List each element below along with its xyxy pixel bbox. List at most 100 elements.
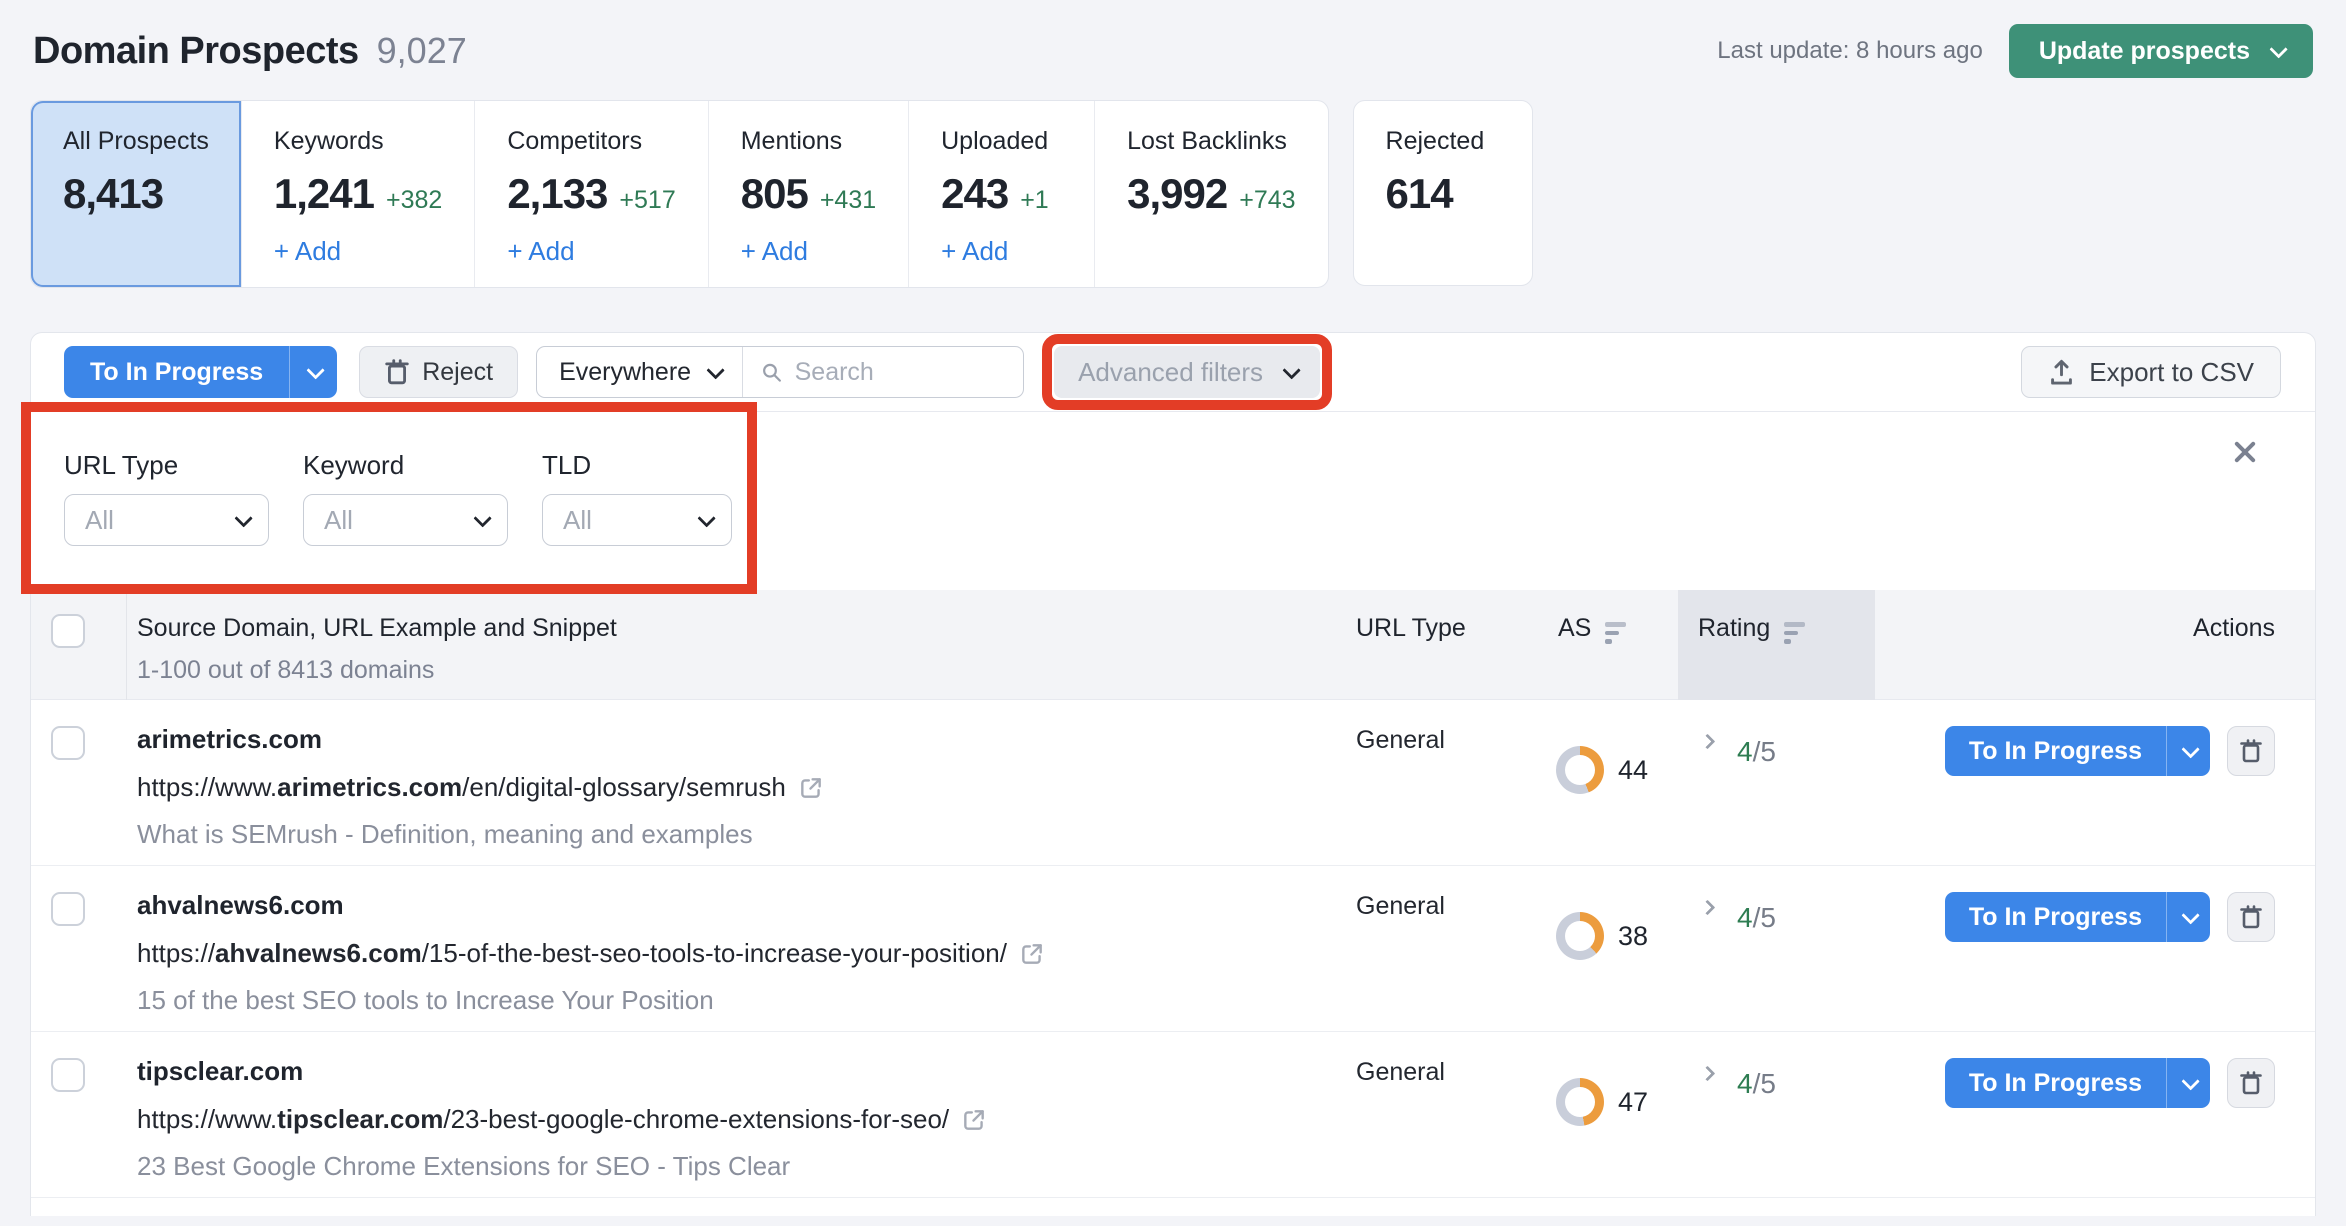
column-actions: Actions	[1875, 590, 2315, 700]
prospects-total-count: 9,027	[377, 30, 467, 72]
advanced-filters-button[interactable]: Advanced filters	[1054, 346, 1320, 398]
advanced-filters-panel: URL Type All Keyword All	[31, 412, 2315, 590]
chevron-down-icon	[307, 361, 325, 379]
external-link-icon[interactable]	[961, 1107, 987, 1133]
url-snippet: 15 of the best SEO tools to Increase You…	[137, 985, 1356, 1016]
sort-icon	[1784, 622, 1805, 644]
row-delete-button[interactable]	[2227, 1058, 2275, 1108]
expand-rating-chevron-icon[interactable]	[1700, 900, 1716, 916]
expand-rating-chevron-icon[interactable]	[1700, 734, 1716, 750]
url-type-value: General	[1356, 700, 1536, 865]
close-filters-button[interactable]	[2231, 438, 2259, 466]
authority-score-value: 47	[1618, 1087, 1648, 1118]
tab-keywords[interactable]: Keywords 1,241 +382 + Add	[242, 101, 475, 287]
url-type-filter-select[interactable]: All	[64, 494, 269, 546]
row-checkbox[interactable]	[51, 726, 85, 760]
column-source-domain: Source Domain, URL Example and Snippet	[137, 614, 1356, 643]
url-type-filter-label: URL Type	[64, 450, 269, 481]
search-input[interactable]	[795, 358, 1005, 387]
tab-label: Competitors	[507, 127, 675, 156]
tab-competitors[interactable]: Competitors 2,133 +517 + Add	[475, 101, 708, 287]
tld-filter-select[interactable]: All	[542, 494, 732, 546]
row-action-dropdown[interactable]	[2166, 726, 2210, 776]
chevron-down-icon	[697, 509, 715, 527]
tab-delta-badge: +517	[619, 186, 675, 215]
url-type-filter-value: All	[85, 505, 114, 536]
tab-value: 8,413	[63, 170, 163, 218]
tab-label: Lost Backlinks	[1127, 127, 1295, 156]
row-delete-button[interactable]	[2227, 892, 2275, 942]
external-link-icon[interactable]	[1019, 941, 1045, 967]
update-prospects-label: Update prospects	[2039, 37, 2250, 66]
keyword-filter-select[interactable]: All	[303, 494, 508, 546]
authority-score-value: 38	[1618, 921, 1648, 952]
table-header: Source Domain, URL Example and Snippet 1…	[31, 590, 2315, 700]
authority-score-donut	[1556, 912, 1604, 960]
reject-button[interactable]: Reject	[359, 346, 518, 398]
bulk-to-in-progress-button[interactable]: To In Progress	[64, 346, 337, 398]
chevron-down-icon	[2181, 740, 2199, 758]
prospects-card: To In Progress Reject Every	[30, 332, 2316, 1216]
tab-delta-badge: +1	[1020, 186, 1049, 215]
external-link-icon[interactable]	[798, 775, 824, 801]
tab-delta-badge: +382	[386, 186, 442, 215]
chevron-down-icon	[234, 509, 252, 527]
chevron-down-icon	[2181, 906, 2199, 924]
pagination-summary: 1-100 out of 8413 domains	[137, 656, 1356, 685]
filters-annotation-box: URL Type All Keyword All	[31, 412, 747, 584]
search-scope-select[interactable]: Everywhere	[537, 347, 743, 397]
chevron-down-icon	[473, 509, 491, 527]
trash-icon	[384, 357, 410, 387]
row-action-dropdown[interactable]	[2166, 892, 2210, 942]
table-row: tipsclear.com https://www.tipsclear.com/…	[31, 1032, 2315, 1198]
tab-delta-badge: +431	[820, 186, 876, 215]
column-as-sort[interactable]: AS	[1536, 590, 1678, 700]
keyword-filter-label: Keyword	[303, 450, 508, 481]
export-to-csv-button[interactable]: Export to CSV	[2021, 346, 2281, 398]
row-checkbox[interactable]	[51, 892, 85, 926]
row-to-in-progress-button[interactable]: To In Progress	[1945, 1058, 2210, 1108]
table-row: arimetrics.com https://www.arimetrics.co…	[31, 700, 2315, 866]
url-type-value: General	[1356, 1032, 1536, 1197]
tab-value: 614	[1386, 170, 1453, 218]
row-to-in-progress-button[interactable]: To In Progress	[1945, 726, 2210, 776]
select-all-checkbox[interactable]	[51, 614, 85, 648]
tab-label: Uploaded	[941, 127, 1062, 156]
table-toolbar: To In Progress Reject Every	[31, 333, 2315, 412]
add-uploaded-link[interactable]: + Add	[941, 236, 1008, 267]
expand-rating-chevron-icon[interactable]	[1700, 1066, 1716, 1082]
tab-mentions[interactable]: Mentions 805 +431 + Add	[709, 101, 909, 287]
column-url-type: URL Type	[1356, 590, 1536, 700]
trash-icon	[2239, 737, 2263, 765]
rating-value: 4/5	[1737, 736, 1776, 768]
prospect-tabs: All Prospects 8,413 Keywords 1,241 +382 …	[30, 100, 2316, 288]
tab-value: 243	[941, 170, 1008, 218]
last-update-text: Last update: 8 hours ago	[1717, 37, 1983, 65]
tab-all-prospects[interactable]: All Prospects 8,413	[31, 101, 242, 287]
tab-uploaded[interactable]: Uploaded 243 +1 + Add	[909, 101, 1095, 287]
tab-rejected[interactable]: Rejected 614	[1353, 100, 1533, 286]
add-mentions-link[interactable]: + Add	[741, 236, 808, 267]
tab-value: 3,992	[1127, 170, 1227, 218]
authority-score-donut	[1556, 746, 1604, 794]
export-label: Export to CSV	[2089, 357, 2254, 388]
bulk-action-dropdown[interactable]	[289, 346, 337, 398]
table-row: ahvalnews6.com https://ahvalnews6.com/15…	[31, 866, 2315, 1032]
tld-filter-label: TLD	[542, 450, 732, 481]
url-snippet: What is SEMrush - Definition, meaning an…	[137, 819, 1356, 850]
page-header: Domain Prospects 9,027 Last update: 8 ho…	[30, 22, 2316, 80]
column-rating-sort[interactable]: Rating	[1678, 590, 1875, 700]
page-title: Domain Prospects	[33, 30, 359, 73]
update-prospects-button[interactable]: Update prospects	[2009, 24, 2313, 78]
add-keywords-link[interactable]: + Add	[274, 236, 341, 267]
tab-label: Mentions	[741, 127, 876, 156]
row-action-dropdown[interactable]	[2166, 1058, 2210, 1108]
source-domain: ahvalnews6.com	[137, 890, 1356, 921]
row-to-in-progress-button[interactable]: To In Progress	[1945, 892, 2210, 942]
row-checkbox[interactable]	[51, 1058, 85, 1092]
add-competitors-link[interactable]: + Add	[507, 236, 574, 267]
tab-label: Rejected	[1386, 127, 1500, 156]
tab-lost-backlinks[interactable]: Lost Backlinks 3,992 +743	[1095, 101, 1327, 287]
url-type-value: General	[1356, 866, 1536, 1031]
row-delete-button[interactable]	[2227, 726, 2275, 776]
